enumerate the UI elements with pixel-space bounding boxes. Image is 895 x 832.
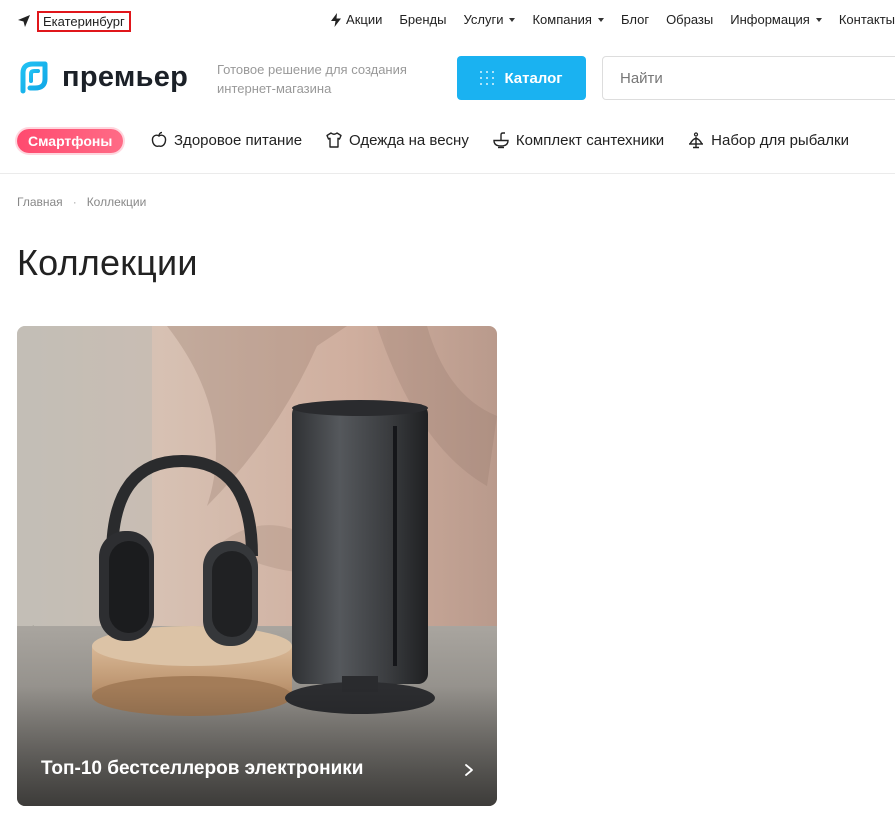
tag-highlight-smartphones[interactable]: Смартфоны <box>17 129 124 153</box>
nav-looks[interactable]: Образы <box>666 12 713 27</box>
logo-text: премьер <box>62 61 189 93</box>
chevron-down-icon <box>597 17 604 22</box>
nav-label: Акции <box>346 12 383 27</box>
tag-label: Одежда на весну <box>349 131 469 149</box>
catalog-button[interactable]: Каталог <box>457 56 586 100</box>
tag-fishing-kit[interactable]: Набор для рыбалки <box>687 131 849 149</box>
nav-company[interactable]: Компания <box>532 12 604 27</box>
nav-label: Контакты <box>838 12 895 27</box>
breadcrumb: Главная · Коллекции <box>17 195 146 209</box>
fishing-icon <box>689 132 704 149</box>
logo[interactable]: премьер <box>17 61 188 94</box>
nav-information[interactable]: Информация <box>730 12 822 27</box>
top-navigation: Акции Бренды Услуги Компания Блог Образы… <box>313 12 895 27</box>
tag-healthy-food[interactable]: Здоровое питание <box>150 131 302 149</box>
catalog-button-label: Каталог <box>504 69 563 87</box>
logo-mark-icon <box>20 61 48 94</box>
tag-label: Набор для рыбалки <box>711 131 849 149</box>
breadcrumb-separator: · <box>72 195 77 209</box>
tag-label: Здоровое питание <box>174 131 303 149</box>
search-input[interactable] <box>603 57 895 99</box>
sink-icon <box>493 132 509 149</box>
breadcrumb-home[interactable]: Главная <box>17 195 63 209</box>
tshirt-icon <box>326 132 342 148</box>
site-header: премьер Готовое решение для создания инт… <box>0 42 895 118</box>
chevron-down-icon <box>509 17 516 22</box>
nav-label: Блог <box>620 12 650 27</box>
collection-card[interactable]: Топ-10 бестселлеров электроники <box>17 326 497 806</box>
tag-plumbing-set[interactable]: Комплект сантехники <box>492 131 664 149</box>
collection-card-title: Топ-10 бестселлеров электроники <box>41 758 364 779</box>
nav-label: Услуги <box>463 12 504 27</box>
bolt-icon <box>331 12 342 27</box>
nav-label: Информация <box>730 12 810 27</box>
chevron-down-icon <box>815 17 822 22</box>
nav-label: Компания <box>532 12 592 27</box>
card-overlay <box>17 686 497 806</box>
tag-spring-clothing[interactable]: Одежда на весну <box>325 131 469 149</box>
tag-list: Здоровое питание Одежда на весну Комплек… <box>150 131 872 149</box>
search-box <box>602 56 895 100</box>
city-selector[interactable]: Екатеринбург <box>17 10 131 32</box>
nav-services[interactable]: Услуги <box>463 12 516 27</box>
tag-row: Смартфоны Здоровое питание Одежда на вес… <box>0 118 895 174</box>
top-bar: Екатеринбург Акции Бренды Услуги Компани… <box>0 0 895 42</box>
tagline: Готовое решение для создания интернет-ма… <box>217 62 407 96</box>
location-arrow-icon <box>18 15 30 27</box>
tag-label: Комплект сантехники <box>515 131 665 149</box>
nav-label: Бренды <box>399 12 447 27</box>
grid-dots-icon <box>480 71 495 85</box>
apple-icon <box>151 131 167 147</box>
nav-blog[interactable]: Блог <box>621 12 649 27</box>
nav-label: Образы <box>666 12 714 27</box>
nav-brands[interactable]: Бренды <box>399 12 446 27</box>
nav-promotions[interactable]: Акции <box>330 12 382 27</box>
page-title: Коллекции <box>17 242 198 283</box>
city-name[interactable]: Екатеринбург <box>37 10 131 32</box>
chevron-right-icon <box>465 764 473 776</box>
breadcrumb-current: Коллекции <box>86 195 147 209</box>
nav-contacts[interactable]: Контакты <box>839 12 895 27</box>
